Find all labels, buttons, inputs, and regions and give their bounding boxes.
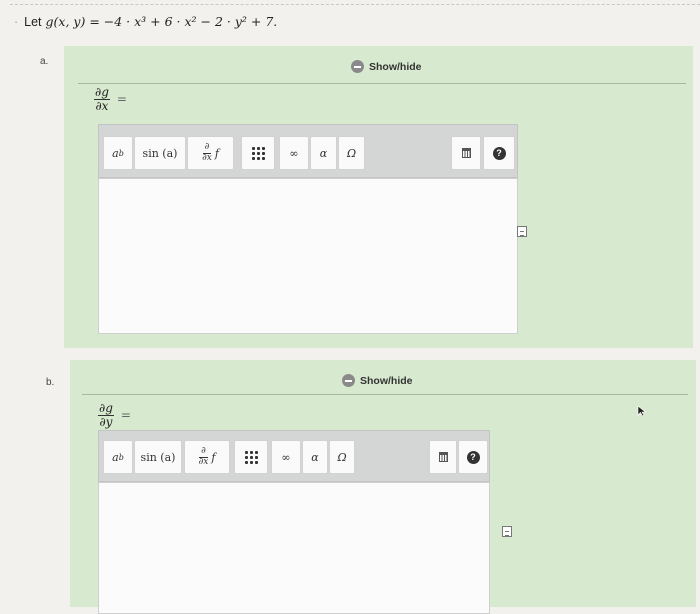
part-a-panel: Show/hide ∂g ∂x = ab sin (a) ∂ ∂x f ∞ α …	[64, 46, 693, 348]
omega-label: Ω	[346, 146, 357, 160]
fraction-numerator: ∂g	[94, 85, 110, 100]
derivative-f: f	[214, 146, 219, 160]
equals-sign: =	[120, 408, 131, 423]
collapse-icon[interactable]	[351, 60, 364, 73]
derivative-fraction: ∂ ∂x	[198, 446, 209, 467]
help-button[interactable]: ?	[458, 440, 488, 474]
derivative-numerator: ∂	[202, 142, 212, 154]
top-divider	[10, 4, 700, 5]
fraction-numerator: ∂g	[98, 401, 114, 416]
matrix-icon	[244, 450, 258, 464]
trash-icon	[438, 452, 448, 462]
document-icon[interactable]	[517, 226, 527, 237]
section-divider	[82, 394, 688, 395]
partial-derivative-label-b: ∂g ∂y =	[98, 402, 131, 428]
bullet: ·	[14, 15, 19, 29]
math-toolbar-b: ab sin (a) ∂ ∂x f ∞ α Ω ?	[98, 430, 490, 482]
derivative-denominator: ∂x	[202, 152, 212, 163]
sin-button[interactable]: sin (a)	[134, 440, 182, 474]
derivative-denominator: ∂x	[198, 456, 209, 467]
derivative-f: f	[211, 450, 216, 464]
power-button[interactable]: ab	[103, 440, 133, 474]
infinity-label: ∞	[289, 146, 299, 160]
document-icon[interactable]	[502, 526, 512, 537]
equals-sign: =	[116, 92, 127, 107]
math-toolbar-a: ab sin (a) ∂ ∂x f ∞ α Ω ?	[98, 124, 518, 178]
omega-button[interactable]: Ω	[338, 136, 365, 170]
clear-button[interactable]	[451, 136, 481, 170]
power-exponent: b	[118, 452, 124, 462]
collapse-icon[interactable]	[342, 374, 355, 387]
trash-icon	[461, 148, 471, 158]
sin-label: sin (a)	[140, 450, 176, 464]
power-button[interactable]: ab	[103, 136, 133, 170]
omega-button[interactable]: Ω	[329, 440, 355, 474]
power-exponent: b	[118, 148, 124, 158]
fraction: ∂g ∂y	[98, 402, 114, 428]
part-b-panel: Show/hide ∂g ∂y = ab sin (a) ∂ ∂x f ∞ α …	[70, 360, 696, 614]
alpha-button[interactable]: α	[302, 440, 328, 474]
part-a-label: a.	[40, 56, 49, 67]
show-hide-toggle-a[interactable]: Show/hide	[351, 60, 422, 73]
fraction-denominator: ∂y	[99, 414, 113, 429]
mouse-cursor-icon	[637, 405, 647, 417]
sin-button[interactable]: sin (a)	[134, 136, 186, 170]
infinity-label: ∞	[281, 450, 291, 464]
show-hide-label[interactable]: Show/hide	[369, 61, 422, 73]
help-icon: ?	[492, 146, 506, 160]
omega-label: Ω	[337, 450, 347, 464]
section-divider	[78, 83, 686, 84]
derivative-button[interactable]: ∂ ∂x f	[184, 440, 230, 474]
clear-button[interactable]	[429, 440, 457, 474]
show-hide-toggle-b[interactable]: Show/hide	[342, 374, 413, 387]
alpha-button[interactable]: α	[310, 136, 337, 170]
fraction: ∂g ∂x	[94, 86, 110, 112]
derivative-fraction: ∂ ∂x	[202, 142, 212, 163]
partial-derivative-label-a: ∂g ∂x =	[94, 86, 127, 112]
derivative-numerator: ∂	[199, 446, 208, 458]
problem-lead: Let	[24, 15, 42, 29]
matrix-icon	[251, 146, 265, 160]
help-icon: ?	[466, 450, 480, 464]
problem-expression: g(x, y) = −4 · x³ + 6 · x² − 2 · y² + 7.	[45, 14, 278, 29]
derivative-button[interactable]: ∂ ∂x f	[187, 136, 234, 170]
alpha-label: α	[319, 146, 328, 160]
help-button[interactable]: ?	[483, 136, 515, 170]
matrix-button[interactable]	[234, 440, 268, 474]
infinity-button[interactable]: ∞	[271, 440, 301, 474]
matrix-button[interactable]	[241, 136, 275, 170]
problem-statement: · Let g(x, y) = −4 · x³ + 6 · x² − 2 · y…	[14, 14, 277, 29]
infinity-button[interactable]: ∞	[279, 136, 309, 170]
part-b-label: b.	[46, 377, 55, 388]
answer-editor-b[interactable]	[98, 482, 490, 614]
sin-label: sin (a)	[142, 146, 178, 160]
fraction-denominator: ∂x	[95, 98, 109, 113]
answer-editor-a[interactable]	[98, 178, 518, 334]
alpha-label: α	[311, 450, 319, 464]
show-hide-label[interactable]: Show/hide	[360, 375, 413, 387]
